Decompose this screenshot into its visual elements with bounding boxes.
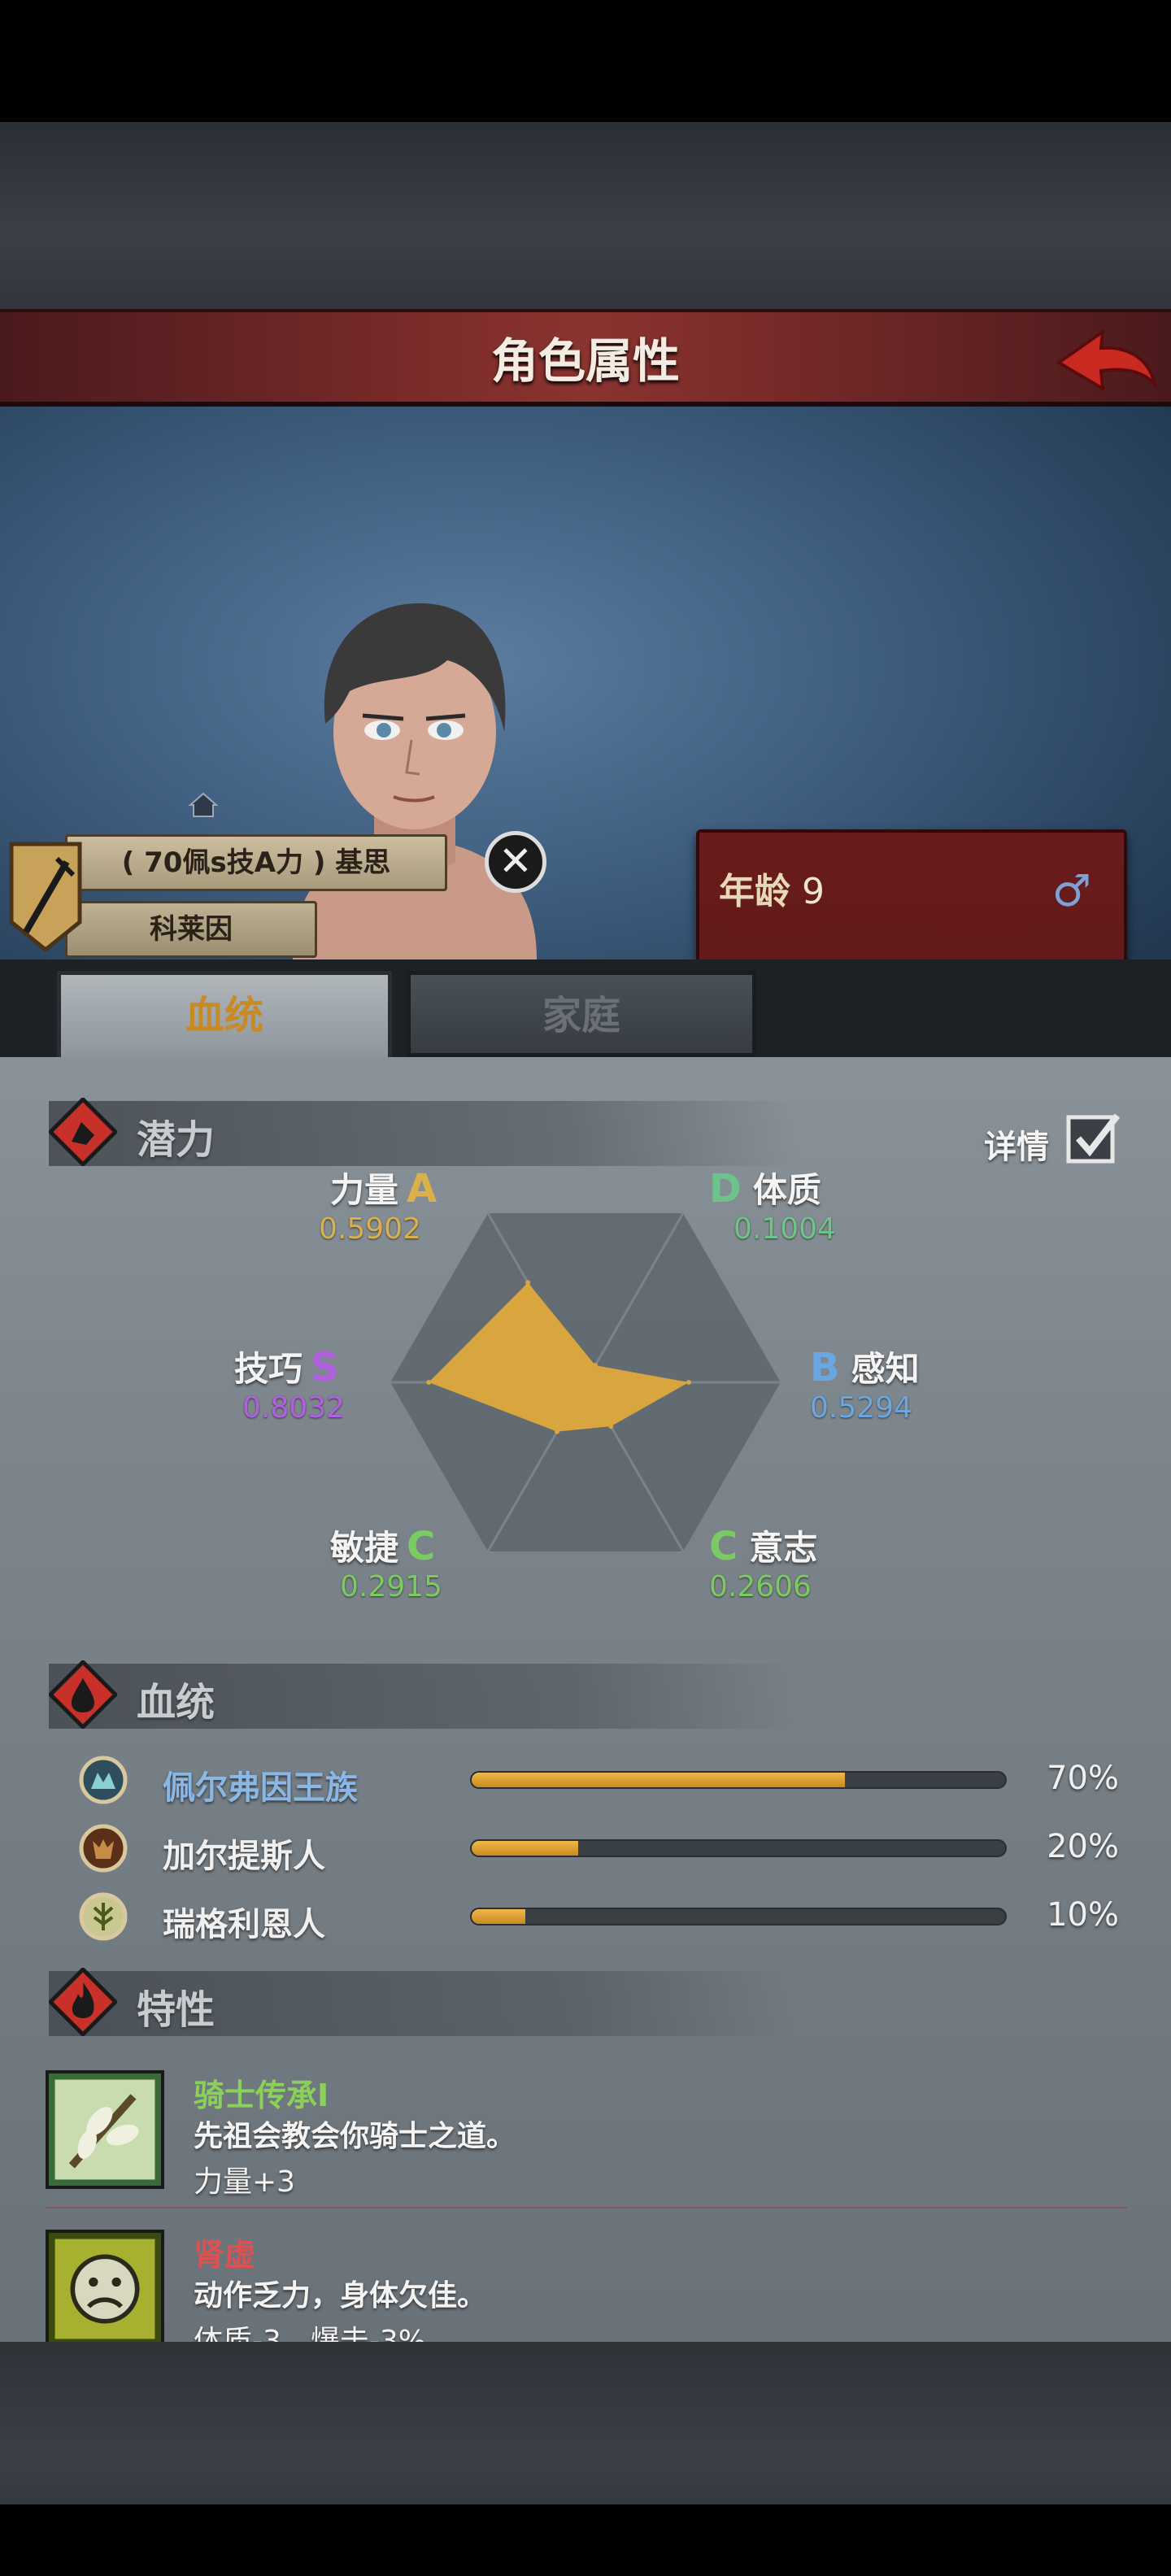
bloodline-name: 佩尔弗因王族 (163, 1769, 358, 1807)
character-name: 科莱因 (65, 901, 317, 958)
radar-point (686, 1380, 692, 1385)
stat-agility: 敏捷 C 0.2915 (330, 1521, 442, 1603)
stat-skill: 技巧 S 0.8032 (234, 1342, 345, 1425)
branch-icon (46, 2070, 164, 2189)
detail-checkbox[interactable] (1065, 1111, 1121, 1166)
sad-face-icon (46, 2230, 164, 2348)
header-bar: 角色属性 (0, 309, 1171, 407)
stat-grade: A (407, 1166, 437, 1212)
potential-header: 潜力 (49, 1098, 797, 1166)
bloodline-bar (470, 1839, 1007, 1857)
bloodline-pct: 70% (1047, 1760, 1119, 1797)
stat-perception: B 感知 0.5294 (810, 1342, 920, 1425)
radar-point (593, 1363, 599, 1368)
bloodline-row: 加尔提斯人 20% (78, 1823, 1127, 1875)
stone-backdrop (0, 122, 1171, 309)
bloodline-pct: 10% (1047, 1896, 1119, 1934)
male-icon: ♂ (1051, 865, 1091, 916)
trait-item[interactable]: 骑士传承I 先祖会教会你骑士之道。 力量+3 (46, 2070, 1127, 2217)
radar-point (426, 1380, 432, 1385)
bloodline-pct: 20% (1047, 1828, 1119, 1865)
name-plate: ( 70佩s技A力 ) 基思 科莱因 (0, 826, 455, 964)
stat-grade: C (709, 1524, 738, 1569)
bloodline-bar (470, 1771, 1007, 1789)
stat-name: 意志 (749, 1528, 818, 1568)
age-label: 年龄 (719, 871, 790, 912)
leaf-crest-icon (79, 1892, 128, 1941)
back-arrow-icon[interactable] (1052, 320, 1158, 402)
close-icon[interactable]: ✕ (485, 831, 546, 893)
trait-desc: 先祖会教会你骑士之道。 (194, 2120, 516, 2153)
stat-value: 0.2606 (709, 1570, 812, 1603)
trait-name: 肾虚 (194, 2237, 256, 2273)
trait-name: 骑士传承I (194, 2078, 329, 2113)
page-title: 角色属性 (490, 333, 680, 389)
stat-value: 0.5902 (319, 1212, 421, 1246)
tab-family[interactable]: 家庭 (407, 971, 756, 1057)
blood-drop-icon (49, 1660, 117, 1729)
bloodline-panel: 潜力 详情 力量 A 0.5902 D 体质 0.1004 B 感知 0.5294 C… (0, 1057, 1171, 2358)
bloodline-title: 血统 (137, 1680, 215, 1725)
bloodline-bar-fill (472, 1841, 579, 1856)
potential-title: 潜力 (137, 1117, 215, 1163)
stat-value: 0.8032 (242, 1391, 345, 1425)
stat-value: 0.2915 (340, 1570, 442, 1603)
stat-constitution: D 体质 0.1004 (709, 1163, 836, 1246)
stat-value: 0.5294 (810, 1391, 912, 1425)
stat-strength: 力量 A 0.5902 (319, 1163, 437, 1246)
radar-point (608, 1424, 614, 1429)
age-value: 9 (802, 871, 825, 912)
tab-bar: 血统 家庭 (0, 959, 1171, 1057)
bloodline-bar-fill (472, 1773, 846, 1787)
royal-crest-icon (79, 1756, 128, 1804)
bloodline-bar (470, 1908, 1007, 1925)
radar-point (555, 1429, 560, 1434)
potential-radar: 力量 A 0.5902 D 体质 0.1004 B 感知 0.5294 C 意志 0.2… (0, 1163, 1171, 1634)
trait-desc: 动作乏力，身体欠佳。 (194, 2279, 487, 2313)
bloodline-name: 加尔提斯人 (163, 1838, 325, 1875)
top-letterbox (0, 0, 1171, 122)
stat-name: 感知 (851, 1349, 920, 1389)
tab-bloodline[interactable]: 血统 (57, 971, 392, 1057)
bloodline-header: 血统 (49, 1660, 797, 1729)
stat-grade: C (407, 1524, 436, 1569)
trait-effect: 力量+3 (194, 2165, 296, 2199)
stat-grade: D (709, 1166, 742, 1212)
stat-value: 0.1004 (734, 1212, 836, 1246)
potential-icon (49, 1098, 117, 1166)
trait-divider (46, 2207, 1127, 2208)
stat-grade: B (810, 1345, 840, 1390)
age-row: 年龄 9 (719, 862, 825, 914)
stat-name: 敏捷 (330, 1528, 399, 1568)
house-icon (188, 792, 219, 817)
flame-icon (49, 1968, 117, 2036)
sword-shield-icon (9, 842, 82, 953)
stat-grade: S (311, 1345, 339, 1390)
bloodline-name: 瑞格利恩人 (163, 1906, 325, 1943)
character-title: ( 70佩s技A力 ) 基思 (65, 834, 447, 891)
beast-crest-icon (79, 1824, 128, 1873)
stat-name: 力量 (330, 1170, 399, 1210)
bloodline-row: 佩尔弗因王族 70% (78, 1755, 1127, 1807)
bloodline-bar-fill (472, 1909, 525, 1924)
stat-name: 技巧 (234, 1349, 303, 1389)
traits-title: 特性 (137, 1987, 215, 2033)
stat-name: 体质 (752, 1170, 821, 1210)
radar-point (525, 1280, 531, 1286)
bottom-letterbox (0, 2504, 1171, 2576)
detail-label: 详情 (984, 1129, 1049, 1166)
bloodline-row: 瑞格利恩人 10% (78, 1891, 1127, 1943)
stat-will: C 意志 0.2606 (709, 1521, 817, 1603)
traits-header: 特性 (49, 1968, 797, 2036)
